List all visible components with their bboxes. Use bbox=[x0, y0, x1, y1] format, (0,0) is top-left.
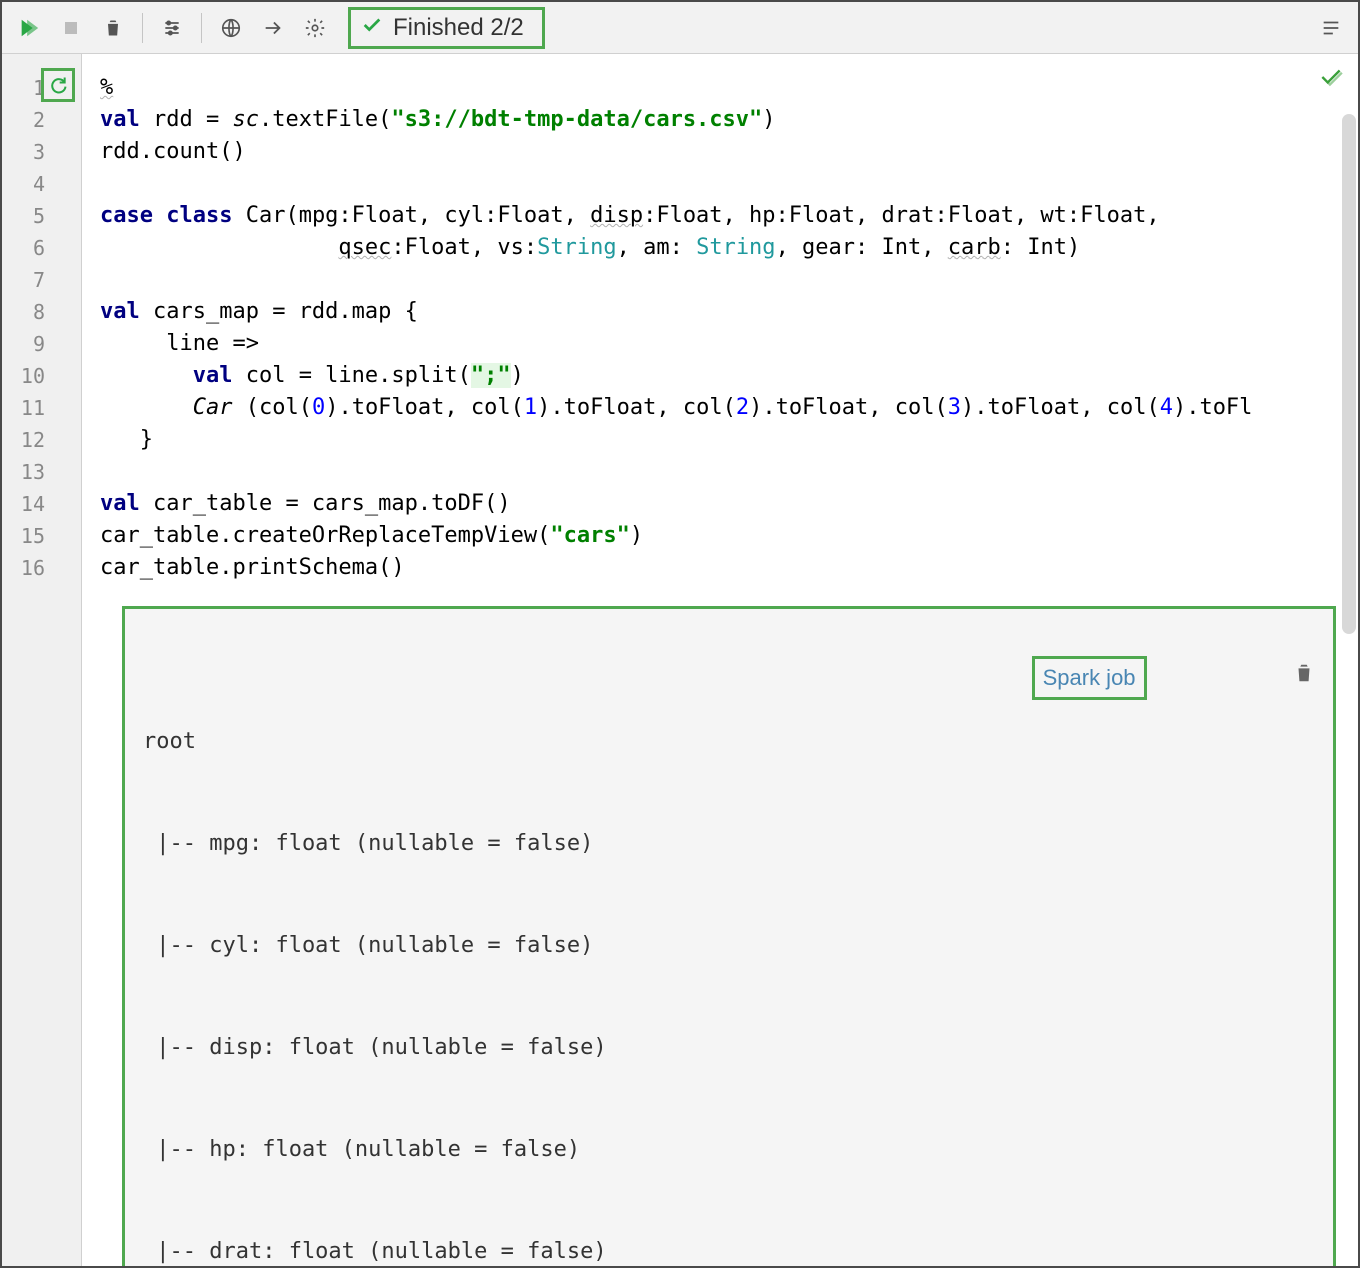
cell-refresh-icon[interactable] bbox=[41, 68, 75, 102]
separator bbox=[201, 13, 202, 43]
editor: 1 2 3 4 5 6 7 8 9 10 11 12 13 14 15 16 %… bbox=[2, 54, 1358, 1266]
trash-icon[interactable] bbox=[1161, 627, 1315, 729]
line-number: 12 bbox=[2, 424, 81, 456]
gear-icon[interactable] bbox=[296, 9, 334, 47]
line-number: 10 bbox=[2, 360, 81, 392]
line-number: 15 bbox=[2, 520, 81, 552]
code-line[interactable]: Car (col(0).toFloat, col(1).toFloat, col… bbox=[100, 392, 1358, 424]
code-line[interactable]: car_table.printSchema() bbox=[100, 552, 1358, 584]
output-line: |-- mpg: float (nullable = false) bbox=[143, 827, 1315, 861]
arrow-right-icon[interactable] bbox=[254, 9, 292, 47]
globe-icon[interactable] bbox=[212, 9, 250, 47]
code-line[interactable]: val rdd = sc.textFile("s3://bdt-tmp-data… bbox=[100, 104, 1358, 136]
code-line[interactable]: val cars_map = rdd.map { bbox=[100, 296, 1358, 328]
paragraph-menu-icon[interactable] bbox=[1312, 9, 1350, 47]
vertical-scrollbar[interactable] bbox=[1342, 114, 1356, 634]
check-icon bbox=[361, 14, 383, 42]
output-line: |-- hp: float (nullable = false) bbox=[143, 1133, 1315, 1167]
code-line[interactable]: line => bbox=[100, 328, 1358, 360]
status-text: Finished 2/2 bbox=[393, 14, 524, 42]
line-number: 13 bbox=[2, 456, 81, 488]
code-line[interactable]: val car_table = cars_map.toDF() bbox=[100, 488, 1358, 520]
status-pill: Finished 2/2 bbox=[348, 7, 545, 49]
line-number: 16 bbox=[2, 552, 81, 584]
output-actions: Spark job bbox=[1032, 627, 1315, 729]
line-number: 6 bbox=[2, 232, 81, 264]
output-line: |-- cyl: float (nullable = false) bbox=[143, 929, 1315, 963]
code-area[interactable]: % val rdd = sc.textFile("s3://bdt-tmp-da… bbox=[82, 54, 1358, 1266]
code-line[interactable]: } bbox=[100, 424, 1358, 456]
line-number: 3 bbox=[2, 136, 81, 168]
code-line[interactable]: % bbox=[100, 72, 1358, 104]
trash-button[interactable] bbox=[94, 9, 132, 47]
code-line[interactable]: car_table.createOrReplaceTempView("cars"… bbox=[100, 520, 1358, 552]
code-line[interactable] bbox=[100, 264, 1358, 296]
line-number: 14 bbox=[2, 488, 81, 520]
stop-button[interactable] bbox=[52, 9, 90, 47]
output-line: root bbox=[143, 725, 1315, 759]
spark-job-link[interactable]: Spark job bbox=[1032, 656, 1147, 700]
line-number: 11 bbox=[2, 392, 81, 424]
output-box: Spark job root |-- mpg: float (nullable … bbox=[122, 606, 1336, 1266]
code-line[interactable]: val col = line.split(";") bbox=[100, 360, 1358, 392]
line-number: 9 bbox=[2, 328, 81, 360]
code-line[interactable]: qsec:Float, vs:String, am: String, gear:… bbox=[100, 232, 1358, 264]
line-number: 7 bbox=[2, 264, 81, 296]
output-line: |-- drat: float (nullable = false) bbox=[143, 1235, 1315, 1266]
line-number: 8 bbox=[2, 296, 81, 328]
line-number: 4 bbox=[2, 168, 81, 200]
code-line[interactable] bbox=[100, 456, 1358, 488]
sliders-icon[interactable] bbox=[153, 9, 191, 47]
toolbar: Finished 2/2 bbox=[2, 2, 1358, 54]
run-all-button[interactable] bbox=[10, 9, 48, 47]
code-line[interactable] bbox=[100, 168, 1358, 200]
code-line[interactable]: rdd.count() bbox=[100, 136, 1358, 168]
gutter: 1 2 3 4 5 6 7 8 9 10 11 12 13 14 15 16 bbox=[2, 54, 82, 1266]
separator bbox=[142, 13, 143, 43]
output-line: |-- disp: float (nullable = false) bbox=[143, 1031, 1315, 1065]
code-line[interactable]: case class Car(mpg:Float, cyl:Float, dis… bbox=[100, 200, 1358, 232]
line-number: 5 bbox=[2, 200, 81, 232]
line-number: 2 bbox=[2, 104, 81, 136]
cell-success-icon bbox=[1318, 64, 1344, 96]
